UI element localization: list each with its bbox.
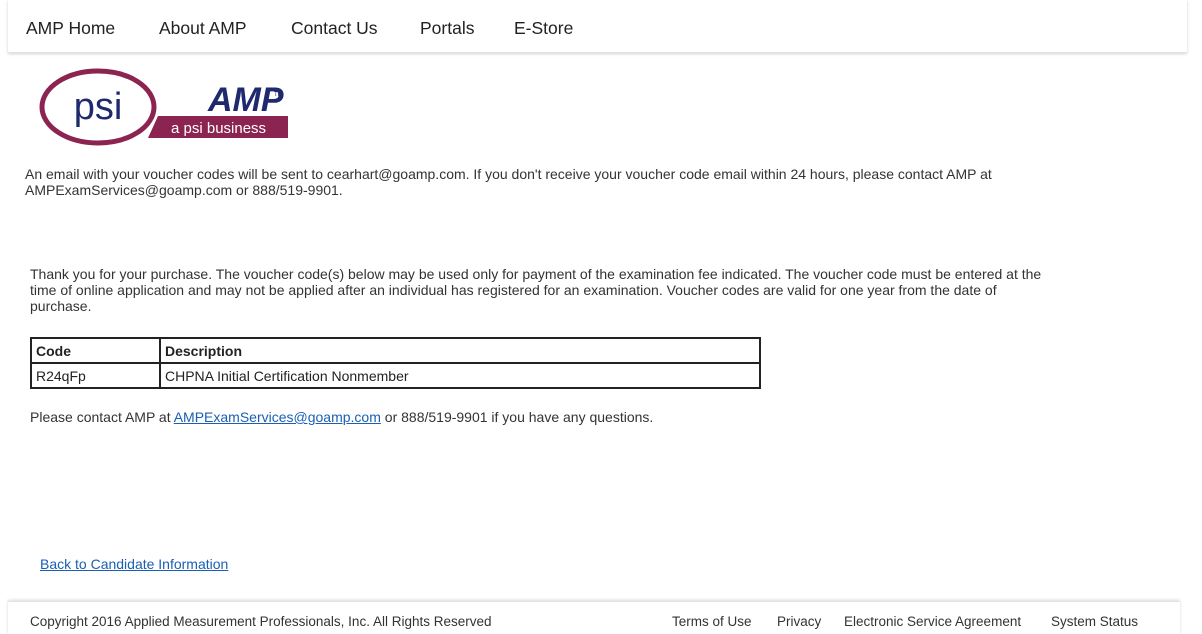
nav-link-about-amp[interactable]: About AMP	[159, 18, 247, 39]
email-notice-line-2: AMPExamServices@goamp.com or 888/519-990…	[25, 182, 343, 198]
page: AMP Home About AMP Contact Us Portals E-…	[0, 0, 1202, 634]
logo-tm-text: TM	[274, 92, 283, 98]
contact-suffix: or 888/519-9901 if you have any question…	[380, 409, 654, 425]
nav-link-amp-home[interactable]: AMP Home	[26, 18, 115, 39]
voucher-code-cell: R24qFp	[30, 362, 161, 389]
email-notice: An email with your voucher codes will be…	[25, 166, 1185, 198]
footer-copyright: Copyright 2016 Applied Measurement Profe…	[30, 614, 492, 629]
nav-link-contact-us[interactable]: Contact Us	[291, 18, 378, 39]
email-notice-line-1: An email with your voucher codes will be…	[25, 166, 992, 182]
footer-link-electronic-service-agreement[interactable]: Electronic Service Agreement	[844, 614, 1021, 629]
footer: Copyright 2016 Applied Measurement Profe…	[8, 601, 1180, 634]
contact-email-link[interactable]: AMPExamServices@goamp.com	[174, 409, 381, 425]
footer-link-terms-of-use[interactable]: Terms of Use	[672, 614, 752, 629]
back-to-candidate-information-link[interactable]: Back to Candidate Information	[40, 556, 228, 572]
contact-prefix: Please contact AMP at	[30, 409, 174, 425]
table-row: R24qFp CHPNA Initial Certification Nonme…	[30, 362, 761, 389]
logo-tagline: a psi business	[171, 120, 266, 137]
nav-link-portals[interactable]: Portals	[420, 18, 474, 39]
purchase-thanks: Thank you for your purchase. The voucher…	[30, 266, 1180, 314]
logo-amp-text: AMP	[207, 81, 284, 119]
footer-link-system-status[interactable]: System Status	[1051, 614, 1138, 629]
top-nav-bar: AMP Home About AMP Contact Us Portals E-…	[8, 0, 1187, 53]
column-header-description: Description	[159, 337, 761, 364]
purchase-thanks-line-1: Thank you for your purchase. The voucher…	[30, 266, 1042, 282]
voucher-description-cell: CHPNA Initial Certification Nonmember	[159, 362, 761, 389]
nav-link-e-store[interactable]: E-Store	[514, 18, 573, 39]
logo-graphic: psi a psi business AMP TM	[39, 68, 288, 146]
purchase-thanks-line-3: purchase.	[30, 298, 92, 314]
footer-link-privacy[interactable]: Privacy	[777, 614, 821, 629]
contact-line: Please contact AMP at AMPExamServices@go…	[30, 409, 1180, 425]
psi-amp-logo: psi a psi business AMP TM	[38, 66, 290, 148]
voucher-table-header-row: Code Description	[30, 337, 761, 364]
purchase-thanks-line-2: time of online application and may not b…	[30, 282, 997, 298]
column-header-code: Code	[30, 337, 161, 364]
logo-psi-text: psi	[74, 86, 123, 128]
voucher-table: Code Description R24qFp CHPNA Initial Ce…	[30, 337, 761, 389]
